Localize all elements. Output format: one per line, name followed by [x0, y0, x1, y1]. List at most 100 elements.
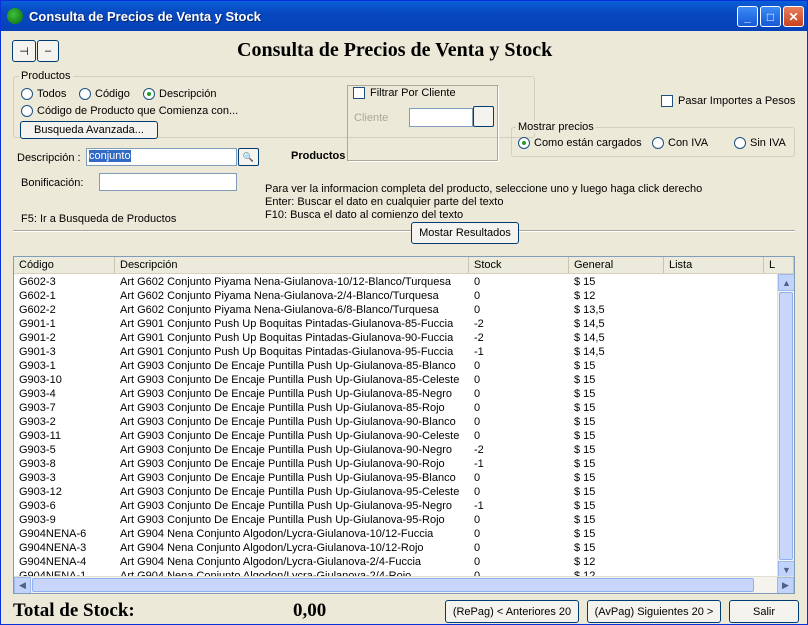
scroll-right-button[interactable]: ▶ — [777, 577, 794, 593]
bonificacion-input[interactable] — [99, 173, 237, 191]
radio-todos[interactable]: Todos — [21, 88, 66, 100]
cell-stock: 0 — [474, 556, 481, 568]
cell-descripcion: Art G904 Nena Conjunto Algodon/Lycra-Giu… — [120, 528, 434, 540]
scroll-left-button[interactable]: ◀ — [14, 577, 31, 593]
horizontal-scroll-thumb[interactable] — [32, 578, 754, 592]
cell-stock: 0 — [474, 486, 481, 498]
main-window: Consulta de Precios de Venta y Stock _ □… — [0, 0, 808, 625]
busqueda-avanzada-button[interactable]: Busqueda Avanzada... — [20, 121, 158, 139]
table-row[interactable]: G904NENA-6 Art G904 Nena Conjunto Algodon… — [14, 527, 774, 541]
table-row[interactable]: G903-3 Art G903 Conjunto De Encaje Puntil… — [14, 471, 774, 485]
table-row[interactable]: G903-1 Art G903 Conjunto De Encaje Puntil… — [14, 359, 774, 373]
window-title: Consulta de Precios de Venta y Stock — [29, 8, 261, 24]
mostrar-resultados-button[interactable]: Mostar Resultados — [411, 222, 519, 244]
radio-sin-iva[interactable]: Sin IVA — [734, 137, 786, 149]
descripcion-input[interactable]: conjunto — [86, 148, 237, 166]
radio-circle — [652, 137, 664, 149]
close-button[interactable]: ✕ — [783, 6, 804, 27]
f5-hint: F5: Ir a Busqueda de Productos — [21, 213, 177, 225]
cell-general: $ 15 — [574, 500, 596, 512]
cell-general: $ 15 — [574, 276, 596, 288]
table-row[interactable]: G903-4 Art G903 Conjunto De Encaje Puntil… — [14, 387, 774, 401]
cell-general: $ 15 — [574, 458, 596, 470]
table-row[interactable]: G903-5 Art G903 Conjunto De Encaje Puntil… — [14, 443, 774, 457]
cell-codigo: G903-8 — [19, 458, 56, 470]
table-row[interactable]: G903-2 Art G903 Conjunto De Encaje Puntil… — [14, 415, 774, 429]
table-row[interactable]: G602-1 Art G602 Conjunto Piyama Nena-Giul… — [14, 289, 774, 303]
cell-general: $ 15 — [574, 444, 596, 456]
radio-descripcion[interactable]: Descripción — [143, 88, 216, 100]
table-row[interactable]: G903-12 Art G903 Conjunto De Encaje Punti… — [14, 485, 774, 499]
salir-button[interactable]: Salir — [729, 600, 799, 623]
cell-descripcion: Art G903 Conjunto De Encaje Puntilla Pus… — [120, 416, 456, 428]
radio-circle — [21, 88, 33, 100]
radio-codigo-label: Código — [95, 88, 130, 100]
results-grid[interactable]: Código Descripción Stock General Lista L… — [13, 256, 795, 594]
radio-circle — [734, 137, 746, 149]
table-row[interactable]: G901-3 Art G901 Conjunto Push Up Boquitas… — [14, 345, 774, 359]
cell-stock: 0 — [474, 388, 481, 400]
cell-descripcion: Art G901 Conjunto Push Up Boquitas Pinta… — [120, 318, 454, 330]
cliente-lookup-button[interactable] — [473, 106, 494, 127]
table-row[interactable]: G903-9 Art G903 Conjunto De Encaje Puntil… — [14, 513, 774, 527]
radio-circle — [79, 88, 91, 100]
bonificacion-label: Bonificación: — [21, 177, 84, 189]
cell-stock: -2 — [474, 332, 484, 344]
search-icon[interactable]: 🔍 — [238, 148, 259, 166]
table-row[interactable]: G901-2 Art G901 Conjunto Push Up Boquitas… — [14, 331, 774, 345]
table-row[interactable]: G904NENA-4 Art G904 Nena Conjunto Algodon… — [14, 555, 774, 569]
col-descripcion[interactable]: Descripción — [115, 257, 469, 273]
cell-descripcion: Art G903 Conjunto De Encaje Puntilla Pus… — [120, 486, 460, 498]
vertical-scrollbar[interactable]: ▲ ▼ — [777, 274, 794, 578]
radio-como-cargados-label: Como están cargados — [534, 137, 642, 149]
cell-codigo: G901-3 — [19, 346, 56, 358]
cell-codigo: G602-3 — [19, 276, 56, 288]
col-stock[interactable]: Stock — [469, 257, 569, 273]
cell-descripcion: Art G904 Nena Conjunto Algodon/Lycra-Giu… — [120, 556, 422, 568]
minimize-button[interactable]: _ — [737, 6, 758, 27]
table-row[interactable]: G602-2 Art G602 Conjunto Piyama Nena-Giul… — [14, 303, 774, 317]
cell-general: $ 15 — [574, 430, 596, 442]
table-row[interactable]: G602-3 Art G602 Conjunto Piyama Nena-Giul… — [14, 275, 774, 289]
table-row[interactable]: G904NENA-3 Art G904 Nena Conjunto Algodon… — [14, 541, 774, 555]
filtrar-cliente-checkbox[interactable]: Filtrar Por Cliente — [353, 87, 456, 99]
cell-descripcion: Art G602 Conjunto Piyama Nena-Giulanova-… — [120, 290, 439, 302]
radio-circle — [143, 88, 155, 100]
table-row[interactable]: G901-1 Art G901 Conjunto Push Up Boquitas… — [14, 317, 774, 331]
col-lista[interactable]: Lista — [664, 257, 764, 273]
title-bar[interactable]: Consulta de Precios de Venta y Stock _ □… — [1, 1, 807, 31]
vertical-scroll-thumb[interactable] — [779, 292, 793, 560]
pasar-importes-checkbox[interactable]: Pasar Importes a Pesos — [661, 95, 795, 107]
radio-como-cargados[interactable]: Como están cargados — [518, 137, 642, 149]
grid-rows: G602-3 Art G602 Conjunto Piyama Nena-Giul… — [14, 275, 774, 583]
radio-sin-iva-label: Sin IVA — [750, 137, 786, 149]
radio-comienza[interactable]: Código de Producto que Comienza con... — [21, 105, 238, 117]
cell-descripcion: Art G904 Nena Conjunto Algodon/Lycra-Giu… — [120, 542, 424, 554]
radio-con-iva[interactable]: Con IVA — [652, 137, 708, 149]
collapse-button[interactable]: – — [37, 40, 59, 62]
table-row[interactable]: G903-7 Art G903 Conjunto De Encaje Puntil… — [14, 401, 774, 415]
prev-page-button[interactable]: (RePag) < Anteriores 20 — [445, 600, 579, 623]
table-row[interactable]: G903-6 Art G903 Conjunto De Encaje Puntil… — [14, 499, 774, 513]
table-row[interactable]: G903-11 Art G903 Conjunto De Encaje Punti… — [14, 429, 774, 443]
cell-general: $ 15 — [574, 360, 596, 372]
cell-stock: -1 — [474, 458, 484, 470]
cell-codigo: G901-1 — [19, 318, 56, 330]
scroll-up-button[interactable]: ▲ — [778, 274, 794, 291]
pin-button[interactable]: ⊣ — [12, 40, 36, 62]
radio-codigo[interactable]: Código — [79, 88, 130, 100]
cell-descripcion: Art G903 Conjunto De Encaje Puntilla Pus… — [120, 402, 445, 414]
col-codigo[interactable]: Código — [14, 257, 115, 273]
col-general[interactable]: General — [569, 257, 664, 273]
horizontal-scrollbar[interactable]: ◀ ▶ — [14, 576, 794, 593]
cell-stock: 0 — [474, 528, 481, 540]
cell-general: $ 14,5 — [574, 346, 605, 358]
cliente-input[interactable] — [409, 108, 473, 127]
maximize-button[interactable]: □ — [760, 6, 781, 27]
table-row[interactable]: G903-10 Art G903 Conjunto De Encaje Punti… — [14, 373, 774, 387]
next-page-button[interactable]: (AvPag) Siguientes 20 > — [587, 600, 721, 623]
cell-general: $ 14,5 — [574, 318, 605, 330]
cell-general: $ 15 — [574, 388, 596, 400]
col-l[interactable]: L — [764, 257, 794, 273]
table-row[interactable]: G903-8 Art G903 Conjunto De Encaje Puntil… — [14, 457, 774, 471]
